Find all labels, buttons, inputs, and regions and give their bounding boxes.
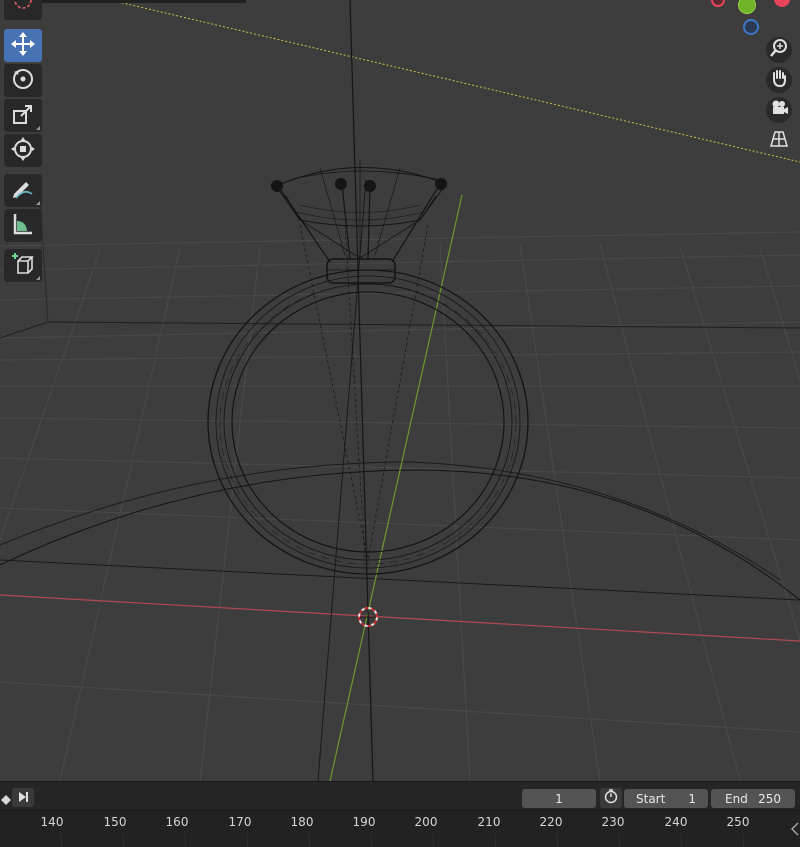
annotate-pencil-icon (10, 176, 36, 206)
rotate-tool-button[interactable] (4, 64, 42, 97)
start-frame-field[interactable]: Start 1 (624, 789, 708, 808)
end-value: 250 (758, 791, 781, 806)
ruler-tick: 240 (664, 815, 688, 829)
ruler-tick: 210 (477, 815, 501, 829)
ruler-tick-marks (0, 833, 800, 847)
ruler-tick: 140 (40, 815, 64, 829)
x-axis-line (0, 594, 800, 642)
measure-tool-button[interactable] (4, 209, 42, 242)
floor-grid (0, 231, 800, 781)
stopwatch-icon (603, 788, 619, 808)
move-tool-button[interactable] (4, 29, 42, 62)
ruler-tick: 170 (228, 815, 252, 829)
zoom-icon (769, 38, 789, 62)
scroll-left-icon[interactable] (790, 821, 800, 840)
rotate-icon (10, 66, 36, 96)
jump-end-icon (17, 788, 29, 807)
keyframe-diamond-icon[interactable] (0, 791, 12, 810)
current-frame-field[interactable]: 1 (522, 789, 596, 808)
ruler-tick: 250 (726, 815, 750, 829)
pan-button[interactable] (766, 67, 792, 93)
ruler-tick: 230 (601, 815, 625, 829)
camera-line (109, 0, 800, 163)
annotate-tool-button[interactable] (4, 174, 42, 207)
perspective-toggle-button[interactable] (766, 128, 792, 154)
transform-icon (10, 136, 36, 166)
start-value: 1 (688, 791, 696, 806)
cursor-icon (11, 0, 35, 18)
ruler-tick: 200 (414, 815, 438, 829)
ruler-icon (10, 211, 36, 241)
add-cube-tool-button[interactable] (4, 249, 42, 282)
zoom-button[interactable] (766, 37, 792, 63)
ruler-tick: 190 (352, 815, 376, 829)
transform-tool-button[interactable] (4, 134, 42, 167)
ring-wireframe (207, 160, 529, 575)
cursor-tool-button[interactable] (4, 0, 42, 20)
gizmo-z-neg-dot[interactable] (743, 19, 759, 35)
scale-icon (10, 101, 36, 131)
submenu-indicator-icon (36, 276, 40, 280)
ruler-tick: 160 (165, 815, 189, 829)
timeline-header: 1 Start 1 End 250 (0, 781, 800, 811)
submenu-indicator-icon (36, 201, 40, 205)
use-preview-range-button[interactable] (600, 788, 622, 808)
prong-tips (271, 178, 447, 192)
header-fragment (30, 0, 246, 3)
end-frame-field[interactable]: End 250 (711, 789, 795, 808)
ruler-tick: 150 (103, 815, 127, 829)
ruler-tick: 180 (290, 815, 314, 829)
camera-icon (769, 98, 789, 122)
ruler-tick: 220 (539, 815, 563, 829)
current-frame-value: 1 (555, 791, 563, 806)
timeline-ruler[interactable]: 140 150 160 170 180 190 200 210 220 230 … (0, 810, 800, 847)
camera-view-button[interactable] (766, 97, 792, 123)
scale-tool-button[interactable] (4, 99, 42, 132)
submenu-indicator-icon (36, 126, 40, 130)
perspective-grid-icon (769, 129, 789, 153)
3d-cursor[interactable] (358, 607, 378, 627)
end-label: End (725, 791, 748, 806)
viewport-scene (0, 0, 800, 781)
add-cube-icon (10, 251, 36, 281)
jump-to-end-button[interactable] (12, 788, 34, 807)
move-arrows-icon (10, 31, 36, 61)
3d-viewport[interactable] (0, 0, 800, 781)
start-label: Start (636, 791, 666, 806)
hand-pan-icon (769, 68, 789, 92)
